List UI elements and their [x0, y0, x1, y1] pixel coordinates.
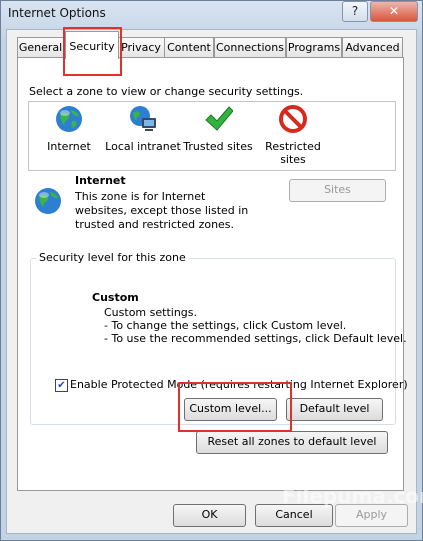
close-button[interactable]: ✕: [370, 1, 418, 22]
tab-programs[interactable]: Programs: [286, 37, 342, 58]
zone-local-intranet-label: Local intranet: [105, 140, 181, 153]
protected-mode-checkbox[interactable]: ✔: [55, 379, 68, 392]
intranet-icon: [130, 106, 156, 131]
globe-icon: [56, 106, 82, 132]
protected-mode-label[interactable]: Enable Protected Mode (requires restarti…: [70, 378, 408, 391]
checkmark-icon: [205, 106, 234, 131]
zone-prompt: Select a zone to view or change security…: [29, 85, 304, 98]
tab-general[interactable]: General: [17, 37, 64, 58]
level-name: Custom: [92, 291, 139, 304]
tab-advanced[interactable]: Advanced: [342, 37, 403, 58]
tab-content[interactable]: Content: [164, 37, 214, 58]
zone-title: Internet: [75, 174, 126, 187]
ok-button[interactable]: OK: [173, 504, 246, 527]
sites-button[interactable]: Sites: [289, 179, 386, 202]
restricted-icon: [279, 105, 307, 133]
zone-trusted-sites[interactable]: Trusted sites: [178, 104, 258, 153]
level-desc-line: - To change the settings, click Custom l…: [104, 319, 347, 332]
zone-description: This zone is for Internet websites, exce…: [75, 190, 249, 231]
default-level-button[interactable]: Default level: [286, 398, 383, 421]
zone-internet[interactable]: Internet: [29, 104, 109, 153]
window-title: Internet Options: [8, 6, 106, 20]
level-desc-line: - To use the recommended settings, click…: [104, 332, 407, 345]
zone-restricted-sites-label: Restricted sites: [265, 140, 321, 166]
tab-privacy[interactable]: Privacy: [117, 37, 165, 58]
zone-trusted-sites-label: Trusted sites: [183, 140, 253, 153]
security-level-title: Security level for this zone: [36, 251, 189, 264]
globe-icon: [35, 188, 61, 214]
level-desc-line: Custom settings.: [104, 306, 198, 319]
tab-connections[interactable]: Connections: [214, 37, 286, 58]
zone-local-intranet[interactable]: Local intranet: [103, 104, 183, 153]
watermark: Filepuma.com: [282, 484, 423, 508]
help-button[interactable]: ?: [342, 1, 368, 22]
reset-all-zones-button[interactable]: Reset all zones to default level: [196, 431, 388, 454]
zone-internet-label: Internet: [47, 140, 91, 153]
custom-level-button[interactable]: Custom level...: [184, 398, 277, 421]
tab-security[interactable]: Security: [65, 31, 119, 59]
zone-restricted-sites[interactable]: Restricted sites: [253, 104, 333, 166]
